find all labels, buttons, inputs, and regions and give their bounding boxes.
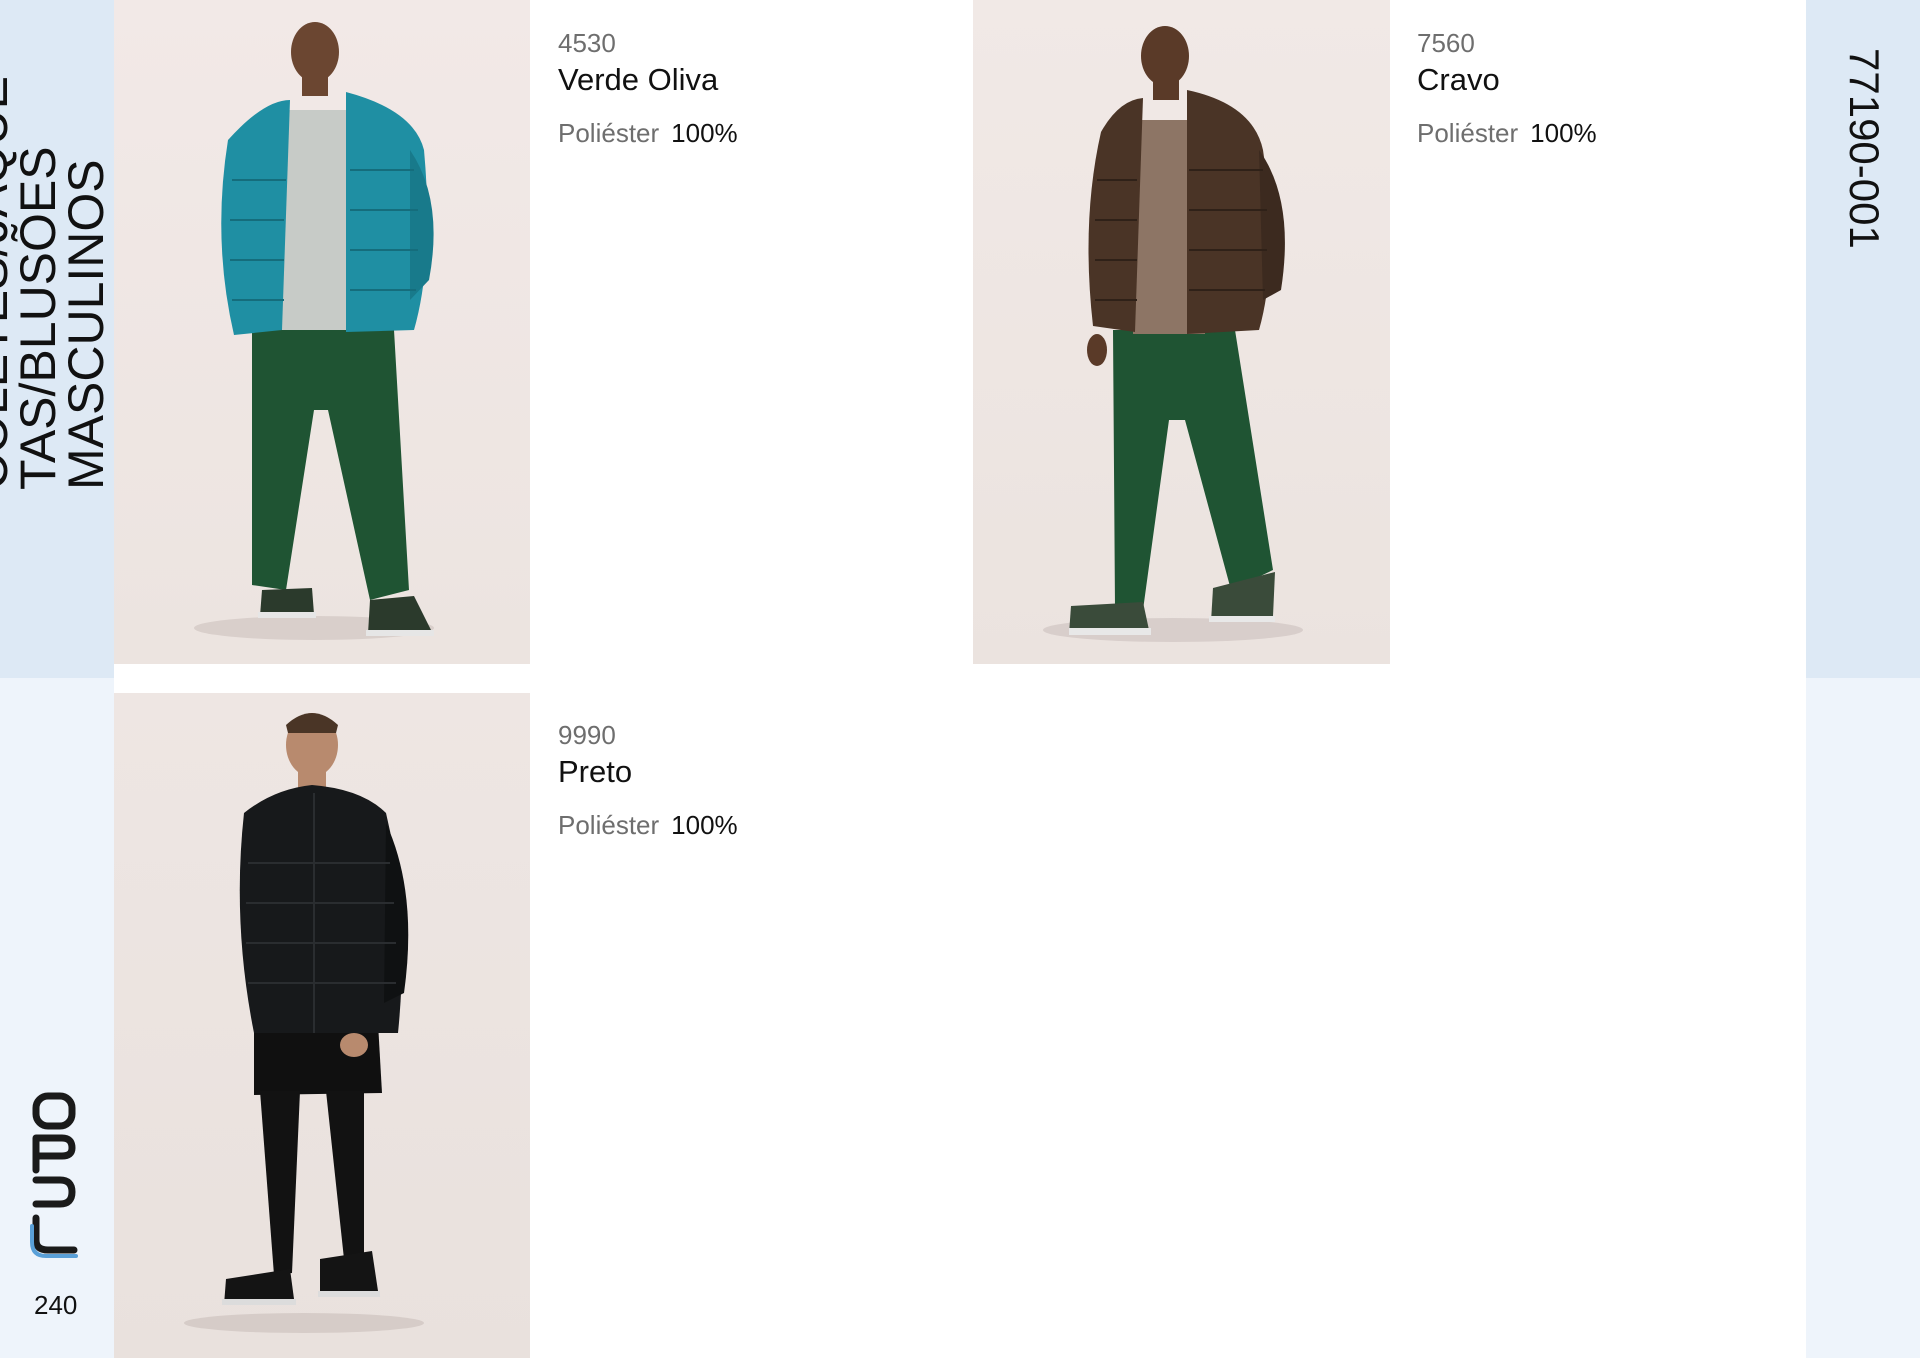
reference-code: 77190-001	[1841, 48, 1888, 249]
material-percentage: 100%	[1530, 118, 1597, 148]
product-photo-verde-oliva	[114, 0, 530, 664]
category-label-container: COLETES/JAQUE- TAS/BLUSÕES MASCULINOS	[0, 0, 114, 495]
color-code: 4530	[558, 28, 616, 58]
color-name: Cravo	[1417, 62, 1500, 97]
page-number: 240	[34, 1290, 78, 1320]
right-band-bottom	[1806, 678, 1920, 1358]
material-label: Poliéster	[1417, 118, 1519, 148]
color-name: Preto	[558, 754, 633, 789]
composition: Poliéster 100%	[1417, 118, 1597, 148]
material-label: Poliéster	[558, 118, 660, 148]
material-label: Poliéster	[558, 810, 660, 840]
lupo-logo	[30, 1092, 78, 1258]
material-percentage: 100%	[671, 810, 738, 840]
color-code: 9990	[558, 720, 616, 750]
product-info-1: 4530 Verde Oliva Poliéster 100%	[558, 28, 738, 148]
color-code: 7560	[1417, 28, 1475, 58]
material-percentage: 100%	[671, 118, 738, 148]
product-info-3: 9990 Preto Poliéster 100%	[558, 720, 738, 840]
composition: Poliéster 100%	[558, 810, 738, 840]
color-name: Verde Oliva	[558, 62, 719, 97]
composition: Poliéster 100%	[558, 118, 738, 148]
product-photo-preto	[114, 693, 530, 1358]
product-info-2: 7560 Cravo Poliéster 100%	[1417, 28, 1597, 148]
category-label: COLETES/JAQUE- TAS/BLUSÕES MASCULINOS	[0, 59, 114, 490]
product-photo-cravo	[973, 0, 1390, 664]
